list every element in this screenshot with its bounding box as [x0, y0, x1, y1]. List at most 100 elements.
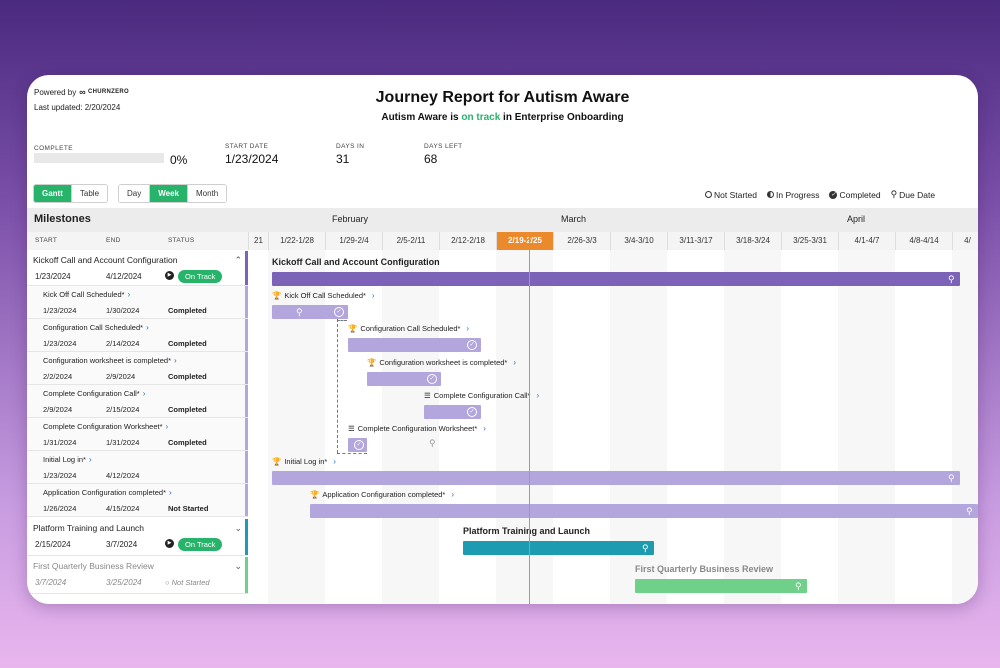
- subtitle-suffix: in Enterprise Onboarding: [500, 112, 624, 123]
- chevron-right-icon[interactable]: ›: [483, 424, 486, 433]
- bar-task[interactable]: ✓: [348, 438, 367, 452]
- week-label: 2/5-2/11: [382, 232, 439, 250]
- complete-label: COMPLETE: [34, 145, 73, 152]
- month-label: March: [561, 214, 587, 224]
- chevron-down-icon[interactable]: ⌄: [234, 523, 242, 534]
- task-name-text: Configuration Call Scheduled*: [43, 323, 144, 332]
- month-scale-button[interactable]: Month: [188, 185, 227, 202]
- chevron-right-icon[interactable]: ›: [451, 490, 454, 499]
- bar-platform-training[interactable]: ⚲: [463, 541, 654, 555]
- task-row[interactable]: Initial Log in* › 1/23/2024 4/12/2024: [27, 451, 248, 484]
- bar-task[interactable]: ✓: [348, 338, 481, 352]
- chevron-right-icon[interactable]: ›: [128, 290, 131, 299]
- journey-report-card: Powered by ∞ CHURNZERO Last updated: 2/2…: [27, 75, 978, 604]
- bar-task[interactable]: ✓: [367, 372, 441, 386]
- chevron-right-icon[interactable]: ›: [372, 291, 375, 300]
- status-badge: On Track: [178, 270, 223, 283]
- milestone-start: 3/7/2024: [35, 578, 67, 587]
- task-name-text: Complete Configuration Call*: [43, 389, 140, 398]
- chevron-right-icon[interactable]: ›: [89, 455, 92, 464]
- week-label: 4/: [952, 232, 978, 250]
- bar-label-text: Initial Log in*: [284, 457, 328, 466]
- task-end: 4/15/2024: [106, 504, 140, 513]
- task-end: 4/12/2024: [106, 471, 140, 480]
- chevron-right-icon[interactable]: ›: [333, 457, 336, 466]
- task-start: 1/26/2024: [43, 504, 77, 513]
- task-name-text: Initial Log in*: [43, 455, 86, 464]
- bar-task[interactable]: ✓: [424, 405, 481, 419]
- task-status: Completed: [168, 306, 207, 315]
- day-scale-button[interactable]: Day: [119, 185, 151, 202]
- bar-label-text: Kick Off Call Scheduled*: [284, 291, 366, 300]
- task-name: Initial Log in* ›: [43, 455, 92, 464]
- bar-label-text: Application Configuration completed*: [322, 490, 446, 499]
- table-view-button[interactable]: Table: [71, 185, 108, 202]
- chevron-right-icon[interactable]: ›: [169, 488, 172, 497]
- task-name: Application Configuration completed* ›: [43, 488, 172, 497]
- bar-label-qbr: First Quarterly Business Review: [635, 564, 774, 574]
- bar-task[interactable]: ⚲: [272, 471, 960, 485]
- bar-label-text: Complete Configuration Call*: [433, 391, 531, 400]
- legend-not-started: Not Started: [705, 190, 757, 200]
- task-status-text: Not Started: [171, 578, 210, 587]
- bar-task[interactable]: ⚲ ✓: [272, 305, 348, 319]
- bar-label-task: 🏆 Configuration Call Scheduled* ›: [348, 324, 469, 333]
- bar-qbr[interactable]: ⚲: [635, 579, 807, 593]
- task-row[interactable]: Configuration worksheet is completed* › 2…: [27, 352, 248, 385]
- not-started-icon: [705, 191, 712, 198]
- week-scale-button[interactable]: Week: [150, 185, 188, 202]
- week-label: 3/11-3/17: [667, 232, 724, 250]
- month-label: April: [847, 214, 866, 224]
- bar-label-text: Configuration Call Scheduled*: [360, 324, 461, 333]
- dependency-line: [337, 453, 367, 454]
- view-toggle: Gantt Table: [33, 184, 109, 203]
- map-pin-icon: ⚲: [966, 506, 973, 516]
- week-label: 1/29-2/4: [325, 232, 382, 250]
- chevron-right-icon[interactable]: ›: [536, 391, 539, 400]
- milestone-end: 3/25/2024: [106, 578, 142, 587]
- play-icon: ▶: [165, 539, 174, 548]
- bar-task[interactable]: ⚲: [310, 504, 978, 518]
- chevron-down-icon[interactable]: ⌄: [234, 561, 242, 572]
- task-row[interactable]: Complete Configuration Worksheet* › 1/31/…: [27, 418, 248, 451]
- week-label: 2/12-2/18: [439, 232, 496, 250]
- chevron-right-icon[interactable]: ›: [174, 356, 177, 365]
- task-row[interactable]: Kick Off Call Scheduled* › 1/23/2024 1/30…: [27, 286, 248, 319]
- milestone-row-kickoff[interactable]: Kickoff Call and Account Configuration ⌃…: [27, 251, 248, 286]
- bar-label-task: 🏆 Kick Off Call Scheduled* ›: [272, 291, 375, 300]
- task-name-text: Configuration worksheet is completed*: [43, 356, 171, 365]
- week-label: 3/18-3/24: [724, 232, 781, 250]
- week-label: 21: [248, 232, 268, 250]
- bar-label-task: 🏆 Initial Log in* ›: [272, 457, 336, 466]
- task-row[interactable]: Complete Configuration Call* › 2/9/2024 2…: [27, 385, 248, 418]
- bar-label-text: Complete Configuration Worksheet*: [357, 424, 478, 433]
- check-icon: ✓: [354, 440, 364, 450]
- chevron-up-icon[interactable]: ⌃: [234, 255, 242, 266]
- chevron-right-icon[interactable]: ›: [146, 323, 149, 332]
- task-row[interactable]: Configuration Call Scheduled* › 1/23/2024…: [27, 319, 248, 352]
- milestone-row-platform-training[interactable]: Platform Training and Launch ⌄ 2/15/2024…: [27, 519, 248, 556]
- bar-kickoff[interactable]: ⚲: [272, 272, 960, 286]
- map-pin-icon: ⚲: [642, 543, 649, 553]
- trophy-icon: 🏆: [310, 490, 320, 499]
- task-row[interactable]: Application Configuration completed* › 1/…: [27, 484, 248, 517]
- map-pin-icon: ⚲: [948, 473, 955, 483]
- check-icon: ✓: [427, 374, 437, 384]
- week-stripe: [724, 250, 781, 604]
- gantt-view-button[interactable]: Gantt: [34, 185, 72, 202]
- bar-label-task: 🏆 Configuration worksheet is completed* ›: [367, 358, 516, 367]
- task-status: Completed: [168, 405, 207, 414]
- today-line: [529, 232, 530, 604]
- chevron-right-icon[interactable]: ›: [513, 358, 516, 367]
- chevron-right-icon[interactable]: ›: [466, 324, 469, 333]
- milestone-row-qbr[interactable]: First Quarterly Business Review ⌄ 3/7/20…: [27, 557, 248, 594]
- chevron-right-icon[interactable]: ›: [143, 389, 146, 398]
- milestones-column-header: START END STATUS: [27, 232, 248, 250]
- legend: Not Started In Progress ✓ Completed ⚲ Due …: [705, 189, 935, 200]
- col-end: END: [106, 237, 121, 244]
- legend-due-date-label: Due Date: [899, 189, 936, 200]
- chevron-right-icon[interactable]: ›: [166, 422, 169, 431]
- map-pin-icon: ⚲: [890, 189, 898, 199]
- days-in-label: DAYS IN: [336, 143, 365, 150]
- month-header: February March April: [248, 208, 978, 232]
